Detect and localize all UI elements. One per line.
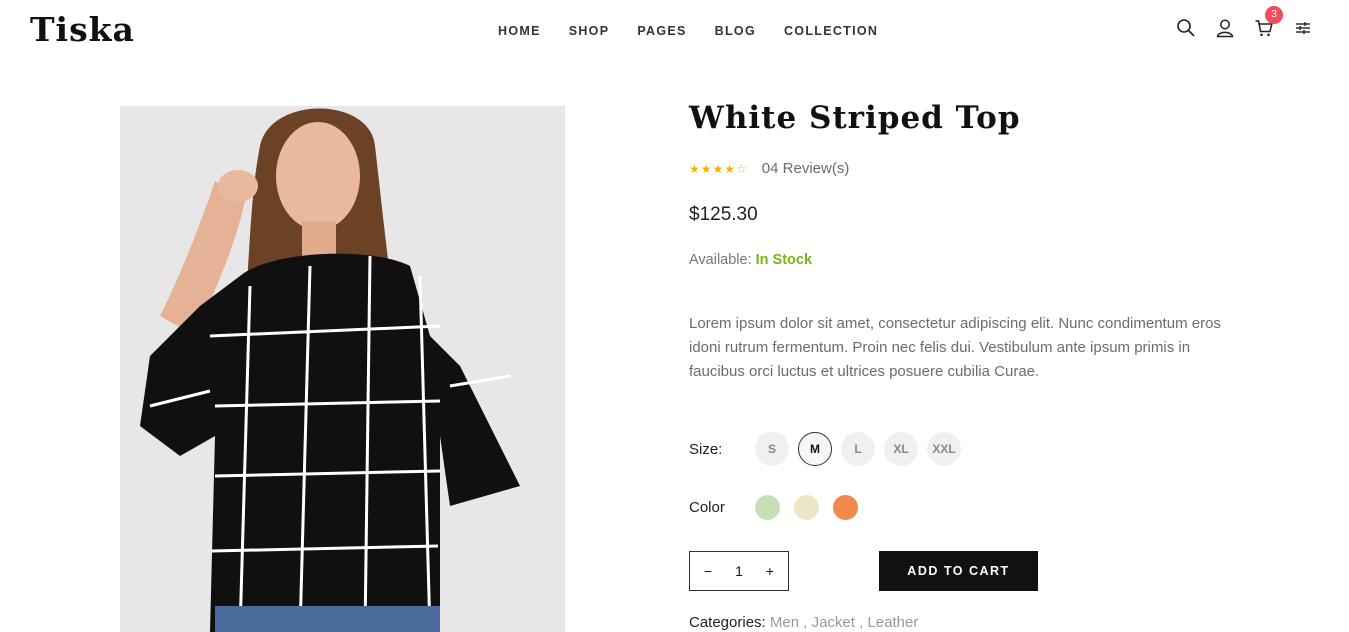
size-option-s[interactable]: S: [755, 432, 789, 466]
size-selector: Size: S M L XL XXL: [689, 432, 970, 466]
color-swatch-green[interactable]: [755, 495, 780, 520]
nav-shop[interactable]: SHOP: [569, 24, 610, 38]
category-link-leather[interactable]: , Leather: [859, 614, 918, 631]
product-categories: Categories: Men , Jacket , Leather: [689, 614, 918, 631]
product-title: White Striped Top: [689, 100, 1021, 136]
filter-icon[interactable]: [1293, 18, 1313, 38]
nav-blog[interactable]: BLOG: [715, 24, 756, 38]
nav-collection[interactable]: COLLECTION: [784, 24, 878, 38]
size-label: Size:: [689, 440, 723, 458]
header-actions: 3: [1157, 6, 1313, 38]
reviews-link[interactable]: 04 Review(s): [762, 160, 850, 177]
size-option-l[interactable]: L: [841, 432, 875, 466]
stock-status: In Stock: [755, 252, 813, 268]
product-price: $125.30: [689, 204, 758, 225]
qty-value[interactable]: 1: [735, 563, 743, 579]
site-logo[interactable]: Tiska: [30, 10, 135, 49]
category-link-men[interactable]: Men ,: [770, 614, 808, 631]
color-label: Color: [689, 499, 725, 516]
color-swatch-orange[interactable]: [833, 495, 858, 520]
nav-pages[interactable]: PAGES: [637, 24, 686, 38]
rating-stars: ★★★★☆: [689, 161, 748, 176]
availability-label: Available:: [689, 252, 752, 268]
product-image[interactable]: [120, 106, 565, 632]
user-icon[interactable]: [1215, 18, 1235, 38]
category-link-jacket[interactable]: Jacket: [812, 614, 855, 631]
qty-decrease-button[interactable]: −: [704, 563, 712, 579]
cart-icon[interactable]: 3: [1254, 6, 1283, 38]
availability: Available: In Stock: [689, 252, 812, 268]
add-to-cart-button[interactable]: ADD TO CART: [879, 551, 1038, 591]
size-option-m[interactable]: M: [798, 432, 832, 466]
nav-home[interactable]: HOME: [498, 24, 541, 38]
size-option-xxl[interactable]: XXL: [927, 432, 961, 466]
cart-count-badge: 3: [1265, 6, 1283, 24]
categories-label: Categories:: [689, 614, 766, 631]
product-description: Lorem ipsum dolor sit amet, consectetur …: [689, 315, 1221, 380]
search-icon[interactable]: [1176, 18, 1196, 38]
qty-increase-button[interactable]: +: [766, 563, 774, 579]
size-option-xl[interactable]: XL: [884, 432, 918, 466]
color-swatch-cream[interactable]: [794, 495, 819, 520]
color-selector: Color: [689, 495, 872, 520]
product-rating: ★★★★☆ 04 Review(s): [689, 160, 849, 177]
product-photo-illustration: [120, 106, 565, 632]
quantity-stepper: − 1 +: [689, 551, 789, 591]
main-nav: HOME SHOP PAGES BLOG COLLECTION: [498, 24, 906, 38]
